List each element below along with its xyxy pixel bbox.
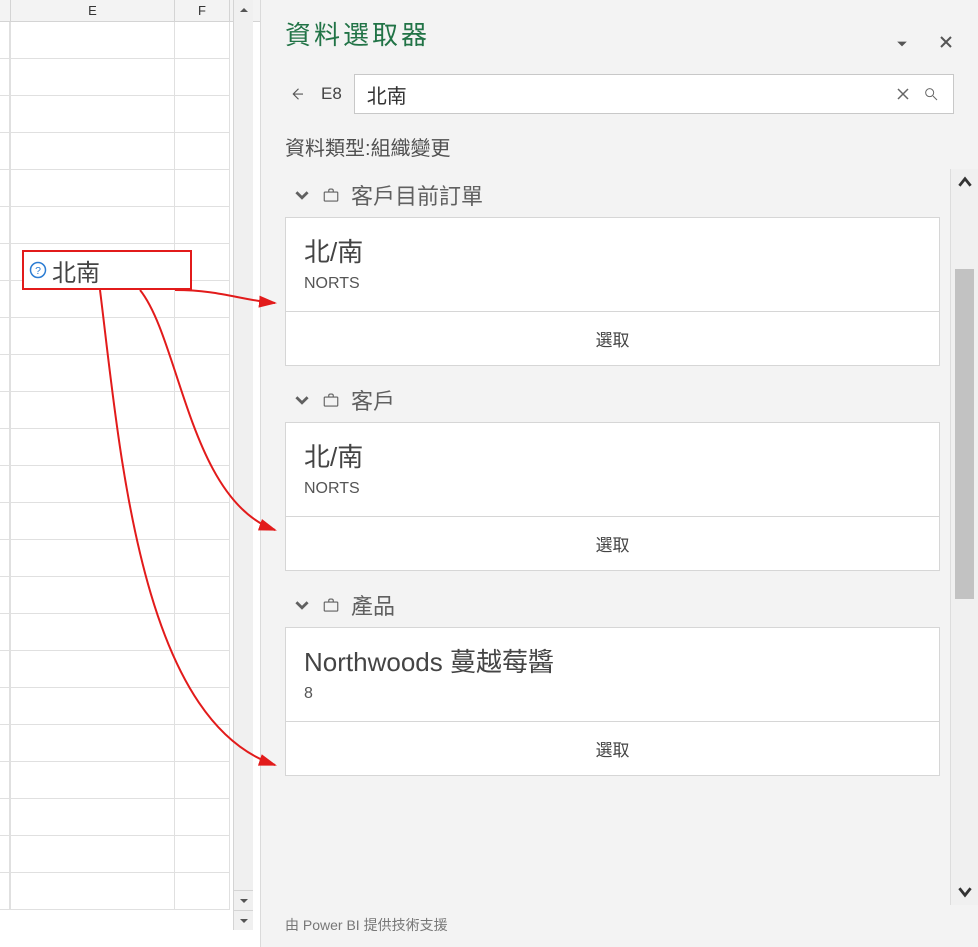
result-card: Northwoods 蔓越莓醬 8 選取	[285, 627, 940, 776]
grid-row[interactable]	[0, 577, 260, 614]
grid-row[interactable]	[0, 799, 260, 836]
selected-cell[interactable]: ? 北南	[22, 250, 192, 290]
group-header[interactable]: 客戶目前訂單	[285, 169, 940, 217]
chevron-down-icon[interactable]	[293, 186, 311, 204]
scroll-down2-icon[interactable]	[234, 910, 253, 930]
grid-row[interactable]	[0, 762, 260, 799]
group-name: 客戶	[351, 384, 395, 416]
results-scrollbar[interactable]	[950, 169, 978, 905]
grid[interactable]: // placeholder; rows generated below by …	[0, 22, 260, 910]
grid-row[interactable]	[0, 540, 260, 577]
scroll-up-icon[interactable]	[234, 0, 253, 20]
search-button[interactable]	[917, 80, 945, 108]
close-button[interactable]	[932, 28, 960, 56]
grid-row[interactable]	[0, 392, 260, 429]
grid-row[interactable]	[0, 466, 260, 503]
group-name: 客戶目前訂單	[351, 179, 483, 211]
grid-row[interactable]	[0, 318, 260, 355]
select-button[interactable]: 選取	[286, 516, 939, 570]
scroll-down-icon[interactable]	[234, 890, 253, 910]
result-subtitle: NORTS	[304, 275, 921, 293]
group-name: 產品	[351, 589, 395, 621]
pane-title: 資料選取器	[285, 15, 430, 52]
grid-row[interactable]	[0, 688, 260, 725]
col-header-f[interactable]: F	[175, 0, 230, 21]
scroll-track[interactable]	[234, 20, 253, 890]
cell-value: 北南	[52, 253, 100, 288]
grid-row[interactable]	[0, 614, 260, 651]
results-list: 客戶目前訂單北/南NORTS選取客戶北/南NORTS選取產品Northwoods…	[261, 169, 950, 905]
data-selector-pane: 資料選取器 E8 資料類型:組織變更 客戶目前訂單北/南NORTS選取客戶北/南…	[260, 0, 978, 947]
select-button[interactable]: 選取	[286, 721, 939, 775]
data-type-label: 資料類型:組織變更	[261, 132, 978, 169]
grid-row[interactable]	[0, 651, 260, 688]
pane-footer: 由 Power BI 提供技術支援	[261, 905, 978, 947]
briefcase-icon	[321, 595, 341, 615]
back-button[interactable]	[285, 82, 309, 106]
result-title: Northwoods 蔓越莓醬	[304, 642, 921, 679]
chevron-down-icon[interactable]	[293, 391, 311, 409]
svg-text:?: ?	[35, 265, 41, 277]
pane-menu-button[interactable]	[888, 30, 916, 58]
pane-header: 資料選取器	[261, 0, 978, 66]
result-subtitle: NORTS	[304, 480, 921, 498]
grid-row[interactable]	[0, 133, 260, 170]
grid-row[interactable]	[0, 836, 260, 873]
grid-row[interactable]	[0, 170, 260, 207]
result-subtitle: 8	[304, 685, 921, 703]
search-input[interactable]	[367, 83, 889, 106]
column-headers: E F	[0, 0, 260, 22]
grid-row[interactable]	[0, 59, 260, 96]
question-mark-icon: ?	[28, 260, 48, 280]
cell-reference: E8	[321, 84, 342, 104]
grid-row[interactable]	[0, 873, 260, 910]
result-card: 北/南 NORTS 選取	[285, 217, 940, 366]
search-box	[354, 74, 954, 114]
sheet-scrollbar[interactable]	[233, 0, 253, 930]
results-scroll-up-icon[interactable]	[951, 169, 978, 197]
briefcase-icon	[321, 185, 341, 205]
grid-row[interactable]	[0, 429, 260, 466]
chevron-down-icon[interactable]	[293, 596, 311, 614]
grid-row[interactable]	[0, 725, 260, 762]
result-card: 北/南 NORTS 選取	[285, 422, 940, 571]
results-scroll-down-icon[interactable]	[951, 877, 978, 905]
group-header[interactable]: 客戶	[285, 374, 940, 422]
grid-row[interactable]	[0, 96, 260, 133]
grid-row[interactable]	[0, 355, 260, 392]
grid-row[interactable]	[0, 207, 260, 244]
grid-row[interactable]	[0, 22, 260, 59]
group-header[interactable]: 產品	[285, 579, 940, 627]
result-title: 北/南	[304, 232, 921, 269]
grid-row[interactable]	[0, 503, 260, 540]
clear-button[interactable]	[889, 80, 917, 108]
select-button[interactable]: 選取	[286, 311, 939, 365]
result-title: 北/南	[304, 437, 921, 474]
col-header-e[interactable]: E	[10, 0, 175, 21]
spreadsheet-area: E F // placeholder; rows generated below…	[0, 0, 260, 947]
results-scroll-thumb[interactable]	[955, 269, 974, 599]
search-row: E8	[261, 66, 978, 132]
briefcase-icon	[321, 390, 341, 410]
